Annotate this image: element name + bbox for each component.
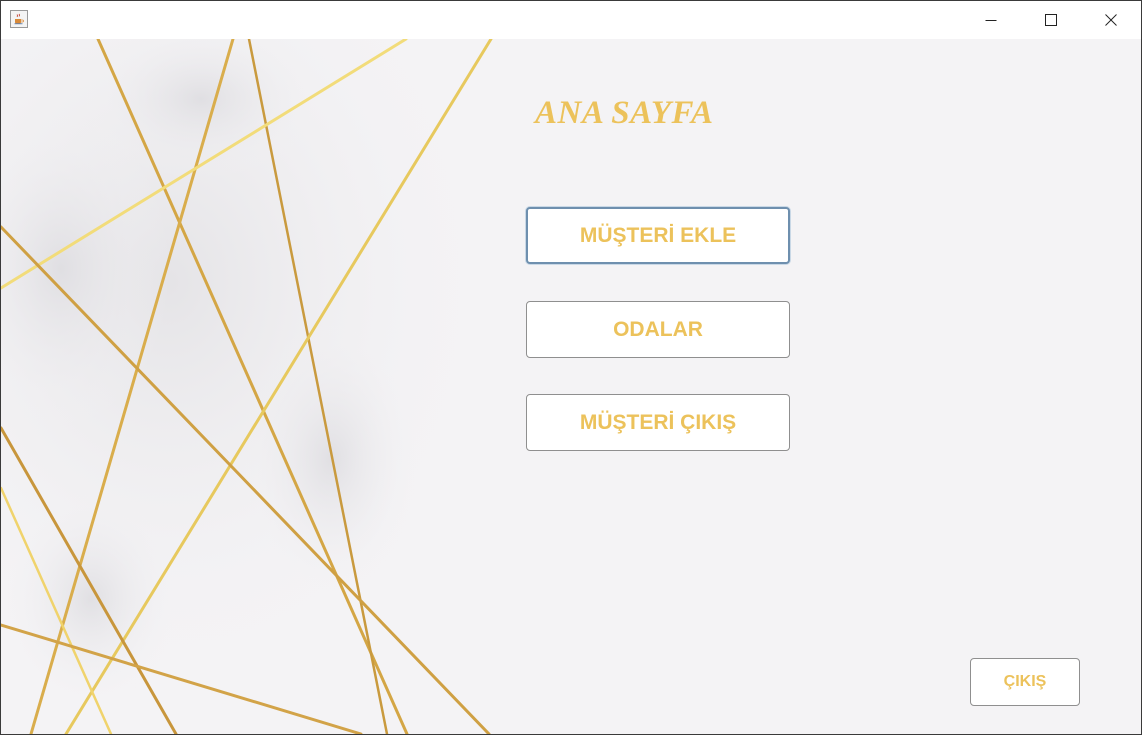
minimize-button[interactable] <box>968 1 1014 39</box>
app-window: ANA SAYFA MÜŞTERİ EKLE ODALAR MÜŞTERİ ÇI… <box>0 0 1142 735</box>
close-icon <box>1105 14 1117 26</box>
minimize-icon <box>985 20 997 21</box>
customer-checkout-button[interactable]: MÜŞTERİ ÇIKIŞ <box>526 394 790 451</box>
java-cup-icon <box>10 10 28 28</box>
maximize-button[interactable] <box>1028 1 1074 39</box>
maximize-icon <box>1045 14 1057 26</box>
rooms-button[interactable]: ODALAR <box>526 301 790 358</box>
page-title: ANA SAYFA <box>535 95 714 131</box>
add-customer-button[interactable]: MÜŞTERİ EKLE <box>526 207 790 264</box>
exit-button[interactable]: ÇIKIŞ <box>970 658 1080 706</box>
main-panel: ANA SAYFA MÜŞTERİ EKLE ODALAR MÜŞTERİ ÇI… <box>1 39 1141 734</box>
gold-lines-background <box>1 39 561 734</box>
close-button[interactable] <box>1088 1 1134 39</box>
title-bar[interactable] <box>1 1 1141 39</box>
